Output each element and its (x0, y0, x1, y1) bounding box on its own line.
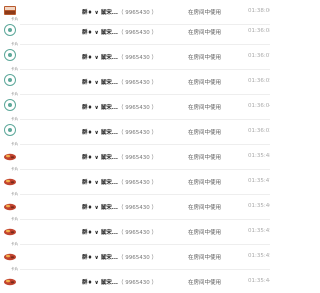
sender-nickname: 群♦ ∨ 鼠宋... (82, 130, 118, 136)
item-badge: 卡片 (11, 117, 19, 122)
sender-nickname: 群♦ ∨ 鼠宋... (82, 105, 118, 111)
usage-status: 在房间中使用 (188, 55, 222, 61)
sender-name: 群♦ ∨ 鼠宋...（ 9965430 ） (82, 103, 157, 111)
usage-status: 在房间中使用 (188, 205, 222, 211)
sender-id: （ 9965430 ） (118, 280, 157, 286)
sender-nickname: 群♦ ∨ 鼠宋... (82, 230, 118, 236)
item-badge: 卡片 (11, 192, 19, 197)
sender-name: 群♦ ∨ 鼠宋...（ 9965430 ） (82, 53, 157, 61)
item-badge: 卡片 (11, 217, 19, 222)
timestamp: 01:36:07 (248, 53, 270, 59)
list-item[interactable]: 卡片群♦ ∨ 鼠宋...（ 9965430 ）在房间中使用01:35:45 (0, 243, 270, 270)
sender-id: （ 9965430 ） (118, 30, 157, 36)
timestamp: 01:35:45 (248, 253, 270, 259)
sender-nickname: 群♦ ∨ 鼠宋... (82, 155, 118, 161)
sender-id: （ 9965430 ） (118, 255, 157, 261)
list-item[interactable]: 卡片群♦ ∨ 鼠宋...（ 9965430 ）在房间中使用01:36:08 (0, 18, 270, 45)
sender-id: （ 9965430 ） (118, 10, 157, 16)
usage-status: 在房间中使用 (188, 180, 222, 186)
sender-nickname: 群♦ ∨ 鼠宋... (82, 255, 118, 261)
item-badge: 卡片 (11, 267, 19, 272)
sender-name: 群♦ ∨ 鼠宋...（ 9965430 ） (82, 253, 157, 261)
sender-id: （ 9965430 ） (118, 55, 157, 61)
sender-id: （ 9965430 ） (118, 130, 157, 136)
list-item[interactable]: 卡片群♦ ∨ 鼠宋...（ 9965430 ）在房间中使用01:36:04 (0, 93, 270, 120)
item-badge: 卡片 (11, 242, 19, 247)
timestamp: 01:36:08 (248, 28, 270, 34)
timestamp: 01:36:04 (248, 103, 270, 109)
list-item[interactable]: 卡片群♦ ∨ 鼠宋...（ 9965430 ） 在房间中使用 01:35:44 (0, 268, 270, 293)
timestamp: 01:35:45 (248, 228, 270, 234)
sender-nickname: 群♦ ∨ 鼠宋... (82, 10, 118, 16)
sender-id: （ 9965430 ） (118, 205, 157, 211)
sender-name: 群♦ ∨ 鼠宋...（ 9965430 ） (82, 203, 157, 211)
gift-icon: 卡片 (3, 43, 18, 62)
gift-box-icon: 卡片 (3, 243, 18, 262)
sender-id: （ 9965430 ） (118, 155, 157, 161)
sender-name: 群♦ ∨ 鼠宋...（ 9965430 ） (82, 8, 157, 16)
gift-icon: 卡片 (3, 118, 18, 137)
gift-box-icon: 卡片 (3, 168, 18, 187)
sender-nickname: 群♦ ∨ 鼠宋... (82, 280, 118, 286)
timestamp: 01:38:00 (248, 8, 270, 14)
sender-id: （ 9965430 ） (118, 80, 157, 86)
sender-nickname: 群♦ ∨ 鼠宋... (82, 80, 118, 86)
sender-name: 群♦ ∨ 鼠宋...（ 9965430 ） (82, 153, 157, 161)
sender-nickname: 群♦ ∨ 鼠宋... (82, 55, 118, 61)
sender-name: 群♦ ∨ 鼠宋...（ 9965430 ） (82, 78, 157, 86)
gift-box-icon: 卡片 (3, 218, 18, 237)
gift-box-icon: 卡片 (3, 268, 18, 287)
usage-status: 在房间中使用 (188, 255, 222, 261)
usage-status: 在房间中使用 (188, 105, 222, 111)
usage-status: 在房间中使用 (188, 10, 222, 16)
gift-icon: 卡片 (3, 93, 18, 112)
sender-name: 群♦ ∨ 鼠宋...（ 9965430 ） (82, 178, 157, 186)
usage-status: 在房间中使用 (188, 155, 222, 161)
list-item[interactable]: 卡片群♦ ∨ 鼠宋...（ 9965430 ）在房间中使用01:35:48 (0, 143, 270, 170)
timestamp: 01:35:48 (248, 153, 270, 159)
gift-box-icon: 卡片 (3, 193, 18, 212)
item-badge: 卡片 (11, 167, 19, 172)
usage-status: 在房间中使用 (188, 30, 222, 36)
sender-nickname: 群♦ ∨ 鼠宋... (82, 30, 118, 36)
gift-history-list: 群♦ ∨ 鼠宋...（ 9965430 ）在房间中使用01:38:00卡片群♦ … (0, 0, 270, 293)
item-badge: 卡片 (11, 92, 19, 97)
usage-status: 在房间中使用 (188, 130, 222, 136)
timestamp: 01:35:47 (248, 178, 270, 184)
sender-id: （ 9965430 ） (118, 230, 157, 236)
list-item[interactable]: 卡片群♦ ∨ 鼠宋...（ 9965430 ）在房间中使用01:35:46 (0, 193, 270, 220)
sender-name: 群♦ ∨ 鼠宋...（ 9965430 ） (82, 28, 157, 36)
timestamp: 01:35:44 (248, 278, 270, 284)
list-item[interactable]: 卡片群♦ ∨ 鼠宋...（ 9965430 ）在房间中使用01:36:05 (0, 68, 270, 95)
gift-icon: 卡片 (3, 68, 18, 87)
timestamp: 01:35:46 (248, 203, 270, 209)
list-item[interactable]: 卡片群♦ ∨ 鼠宋...（ 9965430 ）在房间中使用01:35:45 (0, 218, 270, 245)
item-badge: 卡片 (11, 67, 19, 72)
list-item[interactable]: 卡片群♦ ∨ 鼠宋...（ 9965430 ）在房间中使用01:36:03 (0, 118, 270, 145)
sender-id: （ 9965430 ） (118, 105, 157, 111)
item-badge: 卡片 (11, 142, 19, 147)
usage-status: 在房间中使用 (188, 80, 222, 86)
list-item[interactable]: 卡片群♦ ∨ 鼠宋...（ 9965430 ）在房间中使用01:35:47 (0, 168, 270, 195)
sender-name: 群♦ ∨ 鼠宋...（ 9965430 ） (82, 128, 157, 136)
sender-name: 群♦ ∨ 鼠宋...（ 9965430 ） (82, 228, 157, 236)
sender-nickname: 群♦ ∨ 鼠宋... (82, 205, 118, 211)
usage-status: 在房间中使用 (188, 280, 222, 286)
flag-icon (3, 3, 17, 17)
item-badge: 卡片 (11, 42, 19, 47)
usage-status: 在房间中使用 (188, 230, 222, 236)
timestamp: 01:36:03 (248, 128, 270, 134)
gift-box-icon: 卡片 (3, 143, 18, 162)
sender-nickname: 群♦ ∨ 鼠宋... (82, 180, 118, 186)
item-badge: 卡片 (11, 17, 19, 22)
timestamp: 01:36:05 (248, 78, 270, 84)
gift-icon: 卡片 (3, 18, 18, 37)
list-item[interactable]: 卡片群♦ ∨ 鼠宋...（ 9965430 ）在房间中使用01:36:07 (0, 43, 270, 70)
sender-id: （ 9965430 ） (118, 180, 157, 186)
sender-name: 群♦ ∨ 鼠宋...（ 9965430 ） (82, 278, 157, 286)
